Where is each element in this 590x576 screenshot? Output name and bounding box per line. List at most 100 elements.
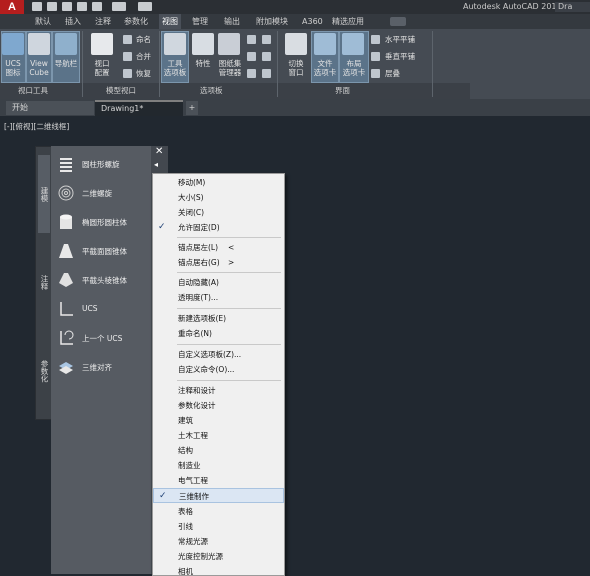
open-file-icon[interactable] xyxy=(47,2,57,11)
menu-item-cameras[interactable]: 相机 xyxy=(153,564,284,576)
palette-tool-helix[interactable]: 圆柱形螺旋 xyxy=(51,150,153,178)
undo-icon[interactable] xyxy=(112,2,126,11)
menu-item-manufacturing[interactable]: 制造业 xyxy=(153,458,284,473)
ribbon-minimize-dropdown-icon[interactable] xyxy=(390,17,406,26)
palette-small-icon-1[interactable] xyxy=(247,35,256,44)
named-viewports-icon[interactable] xyxy=(123,35,132,44)
menu-item-anchor-right[interactable]: 锚点居右(G) > xyxy=(153,255,284,270)
palette-tool-ucs-previous[interactable]: 上一个 UCS xyxy=(51,324,153,352)
palette-properties-menu-icon[interactable]: ◂ xyxy=(154,160,158,169)
menu-item-move[interactable]: 移动(M) xyxy=(153,175,284,190)
viewport-config-label: 视口 配置 xyxy=(94,59,110,77)
menu-item-size[interactable]: 大小(S) xyxy=(153,190,284,205)
menu-item-label: 电气工程 xyxy=(178,476,208,485)
palette-tool-label: 椭圆形圆柱体 xyxy=(82,218,127,227)
menu-item-parametric-design[interactable]: 参数化设计 xyxy=(153,398,284,413)
panel-title-model-viewports[interactable]: 模型视口 xyxy=(106,85,136,96)
helix-icon xyxy=(60,158,72,172)
menu-item-annotation-design[interactable]: 注释和设计 xyxy=(153,383,284,398)
panel-title-viewport-tools[interactable]: 视口工具 xyxy=(18,85,48,96)
join-viewports-label[interactable]: 合并 xyxy=(136,52,151,61)
tab-insert[interactable]: 插入 xyxy=(65,14,81,29)
tab-annotate[interactable]: 注释 xyxy=(95,14,111,29)
menu-item-allow-docking[interactable]: ✓ 允许固定(D) xyxy=(153,220,284,235)
tile-vertical-icon[interactable] xyxy=(371,52,380,61)
menu-item-civil[interactable]: 土木工程 xyxy=(153,428,284,443)
menu-item-customize-commands[interactable]: 自定义命令(O)... xyxy=(153,362,284,377)
restore-viewports-label[interactable]: 恢复 xyxy=(136,69,151,78)
palette-small-icon-2[interactable] xyxy=(247,52,256,61)
application-menu-button[interactable]: A xyxy=(0,0,24,14)
palette-small-icon-3[interactable] xyxy=(247,69,256,78)
sheet-set-manager-icon[interactable] xyxy=(218,33,240,55)
menu-item-new-palette[interactable]: 新建选项板(E) xyxy=(153,311,284,326)
file-tab-drawing1[interactable]: Drawing1* xyxy=(95,100,183,116)
menu-item-anchor-left[interactable]: 锚点居左(L) < xyxy=(153,240,284,255)
menu-item-leaders[interactable]: 引线 xyxy=(153,519,284,534)
tile-horizontal-label[interactable]: 水平平铺 xyxy=(385,35,415,44)
menu-item-rename[interactable]: 重命名(N) xyxy=(153,326,284,341)
tab-featured-apps[interactable]: 精选应用 xyxy=(332,14,364,29)
tab-manage[interactable]: 管理 xyxy=(192,14,208,29)
cascade-label[interactable]: 层叠 xyxy=(385,69,400,78)
named-viewports-label[interactable]: 命名 xyxy=(136,35,151,44)
viewport-controls-label[interactable]: [-][俯视][二维线框] xyxy=(4,121,69,132)
menu-item-tables[interactable]: 表格 xyxy=(153,504,284,519)
window-title-tail: Dra xyxy=(555,2,590,12)
menu-item-structural[interactable]: 结构 xyxy=(153,443,284,458)
palette-small-icon-4[interactable] xyxy=(262,35,271,44)
file-tab-start[interactable]: 开始 xyxy=(6,101,94,115)
panel-separator xyxy=(82,31,83,97)
redo-icon[interactable] xyxy=(138,2,152,11)
palette-small-icon-6[interactable] xyxy=(262,69,271,78)
palette-tool-label: 三维对齐 xyxy=(82,363,112,372)
palette-small-icon-5[interactable] xyxy=(262,52,271,61)
menu-item-electrical[interactable]: 电气工程 xyxy=(153,473,284,488)
tab-output[interactable]: 输出 xyxy=(224,14,240,29)
palette-tool-elliptic-cylinder[interactable]: 椭圆形圆柱体 xyxy=(51,208,153,236)
new-file-icon[interactable] xyxy=(32,2,42,11)
tab-default[interactable]: 默认 xyxy=(35,14,51,29)
tile-vertical-label[interactable]: 垂直平铺 xyxy=(385,52,415,61)
menu-item-label: 自定义命令(O)... xyxy=(178,365,235,374)
tab-addins[interactable]: 附加模块 xyxy=(256,14,288,29)
menu-item-transparency[interactable]: 透明度(T)... xyxy=(153,290,284,305)
palette-tool-frustum-pyramid[interactable]: 平截头棱锥体 xyxy=(51,266,153,294)
tab-a360[interactable]: A360 xyxy=(302,14,323,29)
plot-icon[interactable] xyxy=(92,2,102,11)
menu-item-close[interactable]: 关闭(C) xyxy=(153,205,284,220)
properties-icon[interactable] xyxy=(192,33,214,55)
panel-title-palettes[interactable]: 选项板 xyxy=(200,85,223,96)
menu-item-3d-make[interactable]: ✓ 三维制作 xyxy=(153,488,284,503)
palette-tool-frustum-cone[interactable]: 平截面圆锥体 xyxy=(51,237,153,265)
tab-parametric[interactable]: 参数化 xyxy=(124,14,148,29)
close-icon[interactable]: ✕ xyxy=(155,146,163,157)
tile-horizontal-icon[interactable] xyxy=(371,35,380,44)
palette-tool-label: 平截头棱锥体 xyxy=(82,276,127,285)
new-drawing-plus-icon[interactable]: + xyxy=(186,101,198,115)
switch-windows-icon[interactable] xyxy=(285,33,307,55)
viewport-config-icon[interactable] xyxy=(91,33,113,55)
cascade-icon[interactable] xyxy=(371,69,380,78)
menu-item-photometric-lights[interactable]: 光度控制光源 xyxy=(153,549,284,564)
layout-tabs-icon xyxy=(342,33,364,55)
ucs-icon xyxy=(2,33,24,55)
menu-item-label: 相机 xyxy=(178,567,193,576)
menu-item-generic-lights[interactable]: 常规光源 xyxy=(153,534,284,549)
palette-tab-annotation[interactable]: 注释 xyxy=(38,241,50,323)
palette-tab-modeling[interactable]: 建模 xyxy=(38,155,50,233)
save-icon[interactable] xyxy=(62,2,72,11)
chevron-left-icon: < xyxy=(228,243,235,252)
menu-item-customize-palettes[interactable]: 自定义选项板(Z)... xyxy=(153,347,284,362)
join-viewports-icon[interactable] xyxy=(123,52,132,61)
restore-viewports-icon[interactable] xyxy=(123,69,132,78)
tab-view[interactable]: 视图 xyxy=(159,14,181,29)
panel-title-interface[interactable]: 界面 xyxy=(335,85,350,96)
palette-tool-3d-align[interactable]: 三维对齐 xyxy=(51,353,153,381)
palette-tool-ucs[interactable]: UCS xyxy=(51,295,153,323)
palette-tool-2d-spiral[interactable]: 二维螺旋 xyxy=(51,179,153,207)
palette-tab-parametric[interactable]: 参数化 xyxy=(38,329,50,413)
save-as-icon[interactable] xyxy=(77,2,87,11)
menu-item-architecture[interactable]: 建筑 xyxy=(153,413,284,428)
menu-item-auto-hide[interactable]: 自动隐藏(A) xyxy=(153,275,284,290)
